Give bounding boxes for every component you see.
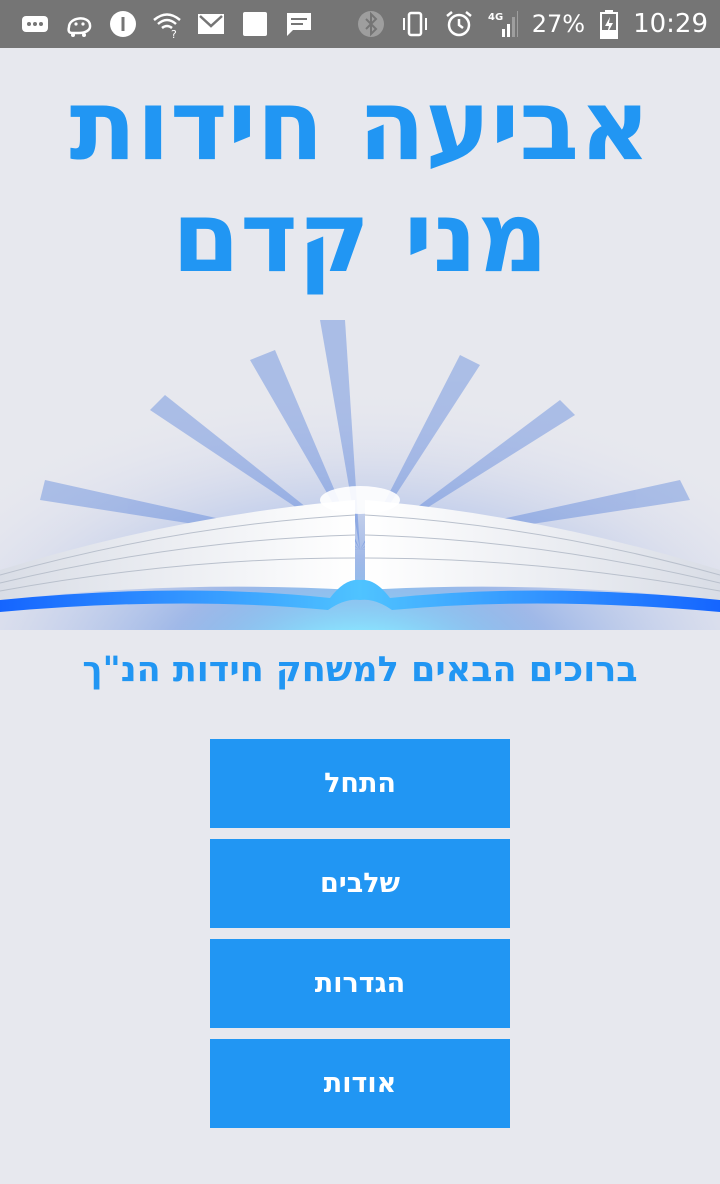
- settings-button[interactable]: הגדרות: [210, 939, 510, 1028]
- more-dots-icon: [20, 9, 50, 39]
- gmail-icon: [196, 9, 226, 39]
- battery-percent: 27%: [531, 10, 586, 38]
- status-bar-right: 4G 27% 10:29: [356, 9, 708, 39]
- clock: 10:29: [633, 9, 708, 39]
- about-button[interactable]: אודות: [210, 1039, 510, 1128]
- message-icon: [284, 9, 314, 39]
- start-button[interactable]: התחל: [210, 739, 510, 828]
- svg-text:?: ?: [171, 28, 177, 39]
- levels-button[interactable]: שלבים: [210, 839, 510, 928]
- welcome-text: ברוכים הבאים למשחק חידות הנ"ך: [82, 650, 638, 690]
- wifi-question-icon: ?: [152, 9, 182, 39]
- square-icon: [240, 9, 270, 39]
- main-menu: התחל שלבים הגדרות אודות: [210, 739, 510, 1128]
- app-title-line-2: מני קדם: [171, 181, 549, 295]
- network-label: 4G: [488, 12, 503, 23]
- alarm-icon: [444, 9, 474, 39]
- status-bar: ? 4G 27% 10:29: [0, 0, 720, 48]
- signal-4g-icon: 4G: [488, 9, 518, 39]
- battery-charging-icon: [599, 9, 619, 39]
- app-title: אביעה חידות מני קדם: [0, 70, 720, 294]
- vibrate-icon: [400, 9, 430, 39]
- open-book-illustration: [0, 300, 720, 780]
- info-icon: [108, 9, 138, 39]
- app-title-line-1: אביעה חידות: [69, 69, 651, 183]
- bluetooth-icon: [356, 9, 386, 39]
- status-bar-left: ?: [20, 9, 314, 39]
- waze-icon: [64, 9, 94, 39]
